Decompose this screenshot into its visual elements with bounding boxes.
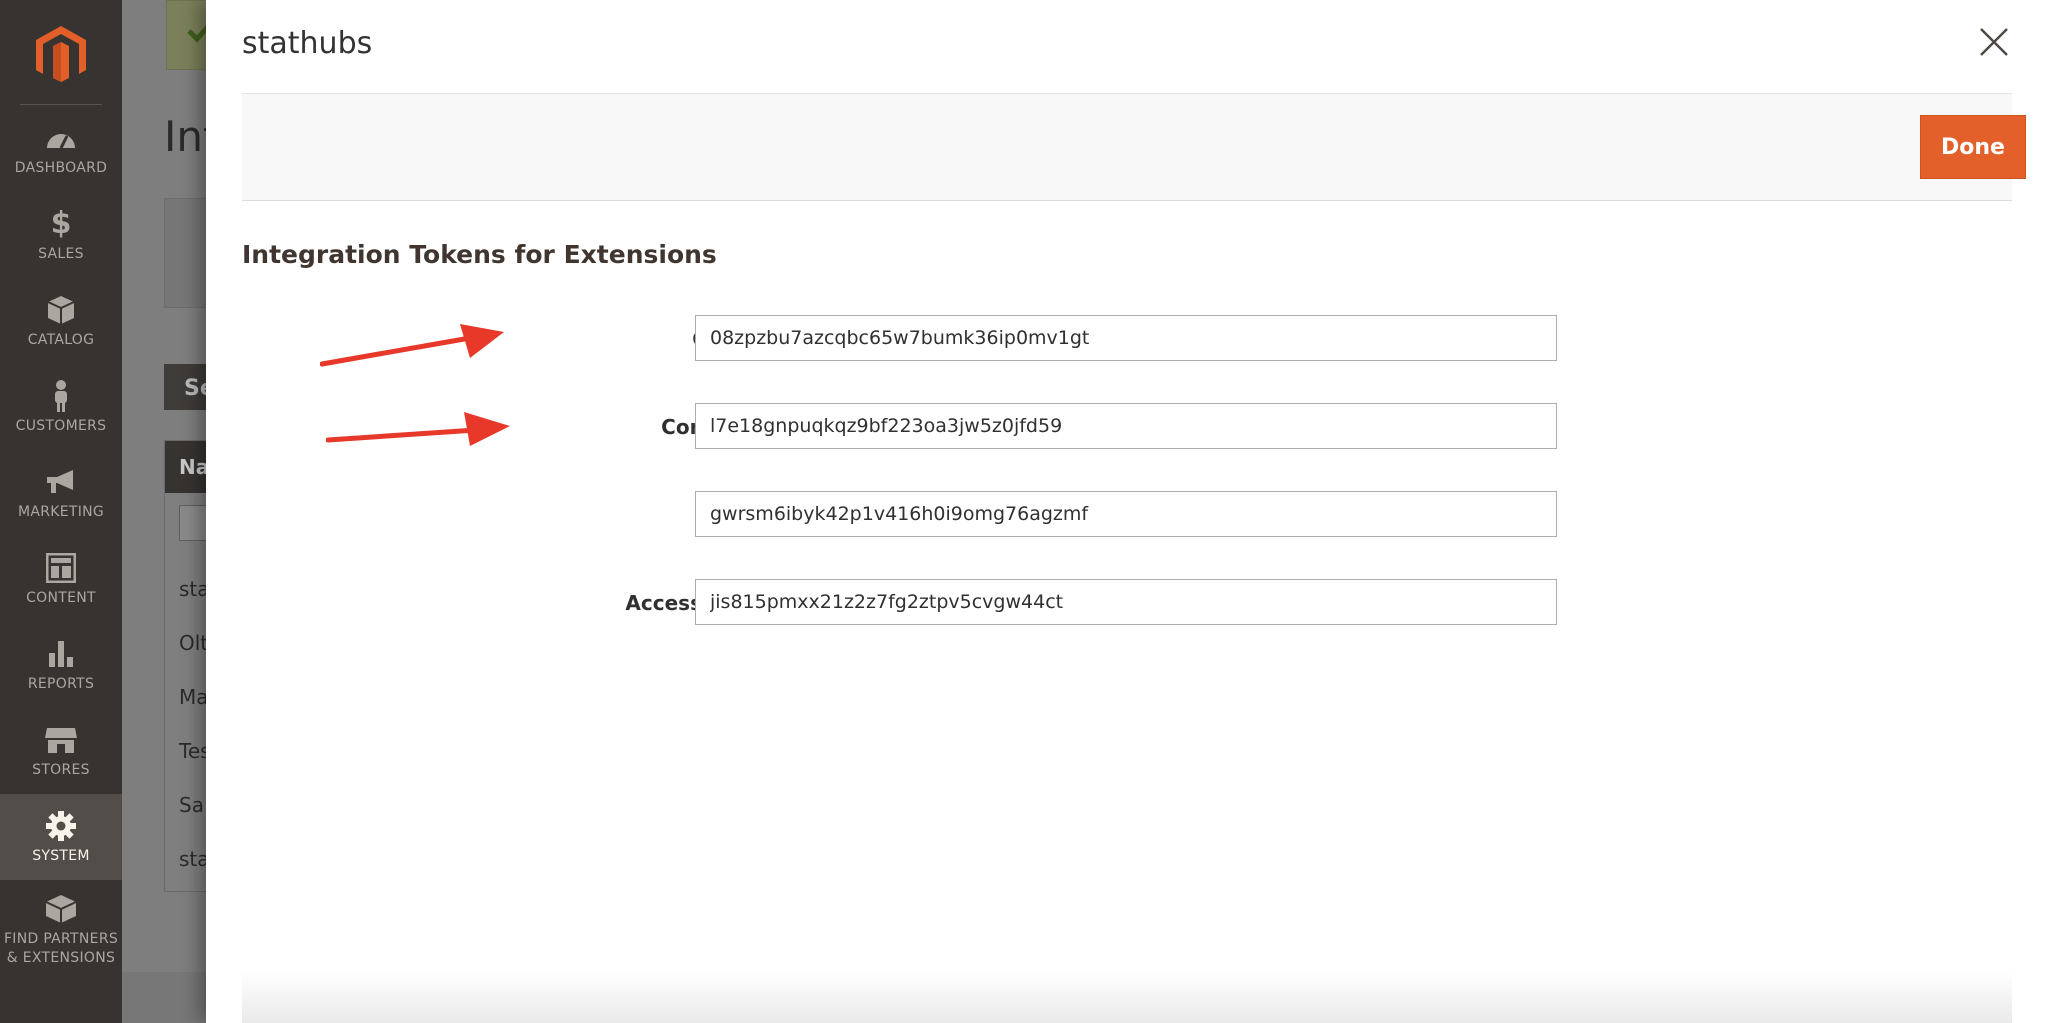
sidebar-item-content[interactable]: CONTENT <box>0 536 122 622</box>
blocks-icon <box>44 892 78 926</box>
access-token-secret-field[interactable] <box>695 579 1557 625</box>
sidebar-item-label: SALES <box>38 245 84 262</box>
annotation-arrow-icon <box>326 412 510 446</box>
sidebar-item-customers[interactable]: CUSTOMERS <box>0 364 122 450</box>
sidebar-item-label: STORES <box>32 761 90 778</box>
annotation-arrow-icon <box>320 324 504 367</box>
box-icon <box>44 293 78 327</box>
dollar-icon: $ <box>50 206 72 241</box>
sidebar-item-system[interactable]: SYSTEM <box>0 794 122 880</box>
table-row: Ma <box>179 685 209 709</box>
sidebar-item-label: CONTENT <box>26 589 96 606</box>
storefront-icon <box>44 723 78 757</box>
bar-chart-icon <box>44 637 78 671</box>
sidebar-item-label: REPORTS <box>27 675 95 692</box>
magento-logo-icon[interactable] <box>33 24 89 84</box>
done-button[interactable]: Done <box>1920 115 2026 179</box>
sidebar-item-label: SYSTEM <box>32 847 90 864</box>
section-title: Integration Tokens for Extensions <box>242 240 717 269</box>
table-row: sta <box>179 847 210 871</box>
page-actions-bar: Done <box>242 94 2026 201</box>
sidebar-item-catalog[interactable]: CATALOG <box>0 278 122 364</box>
consumer-key-field[interactable] <box>695 315 1557 361</box>
consumer-secret-field[interactable] <box>695 403 1557 449</box>
gear-icon <box>44 809 78 843</box>
sidebar-item-label: CUSTOMERS <box>15 417 107 434</box>
bottom-shadow <box>242 970 2012 1023</box>
sidebar-item-find-partners[interactable]: FIND PARTNERS & EXTENSIONS <box>0 880 122 980</box>
close-icon[interactable] <box>1978 26 2010 58</box>
table-row: Sa <box>179 793 204 817</box>
modal-title: stathubs <box>242 26 373 61</box>
sidebar-item-label: FIND PARTNERS & EXTENSIONS <box>3 931 119 966</box>
sidebar-item-label: MARKETING <box>17 503 105 520</box>
sidebar-item-label: DASHBOARD <box>14 159 108 176</box>
access-token-field[interactable] <box>695 491 1557 537</box>
sidebar-item-reports[interactable]: REPORTS <box>0 622 122 708</box>
dashboard-icon <box>44 121 78 155</box>
sidebar-item-sales[interactable]: $ SALES <box>0 192 122 278</box>
person-icon <box>44 379 78 413</box>
sidebar-item-dashboard[interactable]: DASHBOARD <box>0 106 122 192</box>
sidebar-item-marketing[interactable]: MARKETING <box>0 450 122 536</box>
sidebar-item-stores[interactable]: STORES <box>0 708 122 794</box>
logo-divider <box>20 104 102 105</box>
table-row: sta <box>179 577 210 601</box>
integration-tokens-modal: stathubs Done Integration Tokens for Ext… <box>206 0 2048 1023</box>
layout-icon <box>44 551 78 585</box>
table-row: Olt <box>179 631 209 655</box>
sidebar-item-label: CATALOG <box>27 331 95 348</box>
admin-sidebar: DASHBOARD $ SALES CATALOG CUSTOMERS MARK… <box>0 0 122 1023</box>
megaphone-icon <box>44 465 78 499</box>
